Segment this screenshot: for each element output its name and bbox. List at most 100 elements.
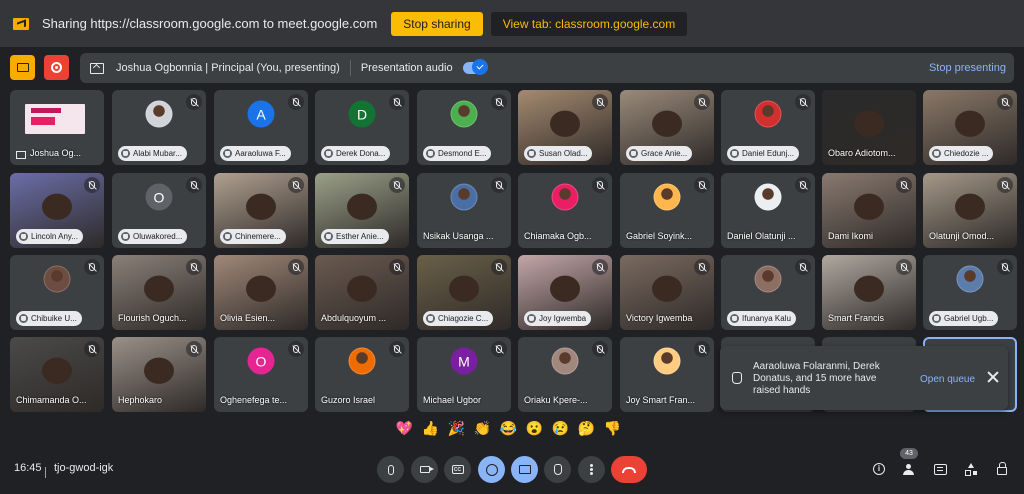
mic-off-icon bbox=[997, 177, 1013, 193]
present-screen-icon bbox=[16, 151, 26, 159]
participant-tile[interactable]: Abdulquoyum ... bbox=[315, 255, 409, 330]
participant-tile[interactable]: Ifunanya Kalu bbox=[721, 255, 815, 330]
participant-tile[interactable]: Chinemere... bbox=[214, 173, 308, 248]
participant-tile[interactable]: D Derek Dona... bbox=[315, 90, 409, 165]
participant-tile[interactable]: Chiamaka Ogb... bbox=[518, 173, 612, 248]
more-options-button[interactable] bbox=[578, 456, 605, 483]
share-screen-icon bbox=[13, 17, 29, 30]
present-now-button[interactable] bbox=[511, 456, 538, 483]
participant-name: Chiedozie ... bbox=[944, 149, 989, 158]
host-controls-lock-button[interactable] bbox=[991, 458, 1013, 480]
camera-button[interactable] bbox=[411, 456, 438, 483]
participant-tile[interactable]: Chibuike U... bbox=[10, 255, 104, 330]
mic-off-icon bbox=[186, 259, 202, 275]
raised-hand-icon bbox=[730, 149, 739, 158]
reaction-laugh-icon[interactable]: 😂 bbox=[498, 418, 519, 439]
participant-tile[interactable]: Alabi Mubar... bbox=[112, 90, 206, 165]
mic-off-icon bbox=[389, 177, 405, 193]
participant-tile[interactable]: Chiagozie C... bbox=[417, 255, 511, 330]
participant-tile[interactable]: Olatunji Omod... bbox=[923, 173, 1017, 248]
participant-tile[interactable]: Nsikak Usanga ... bbox=[417, 173, 511, 248]
captions-button[interactable]: CC bbox=[444, 456, 471, 483]
presenting-bar: Joshua Ogbonnia | Principal (You, presen… bbox=[0, 53, 1024, 83]
reaction-party-icon[interactable]: 🎉 bbox=[446, 418, 467, 439]
participant-tile[interactable]: O Oluwakored... bbox=[112, 173, 206, 248]
mic-off-icon bbox=[288, 177, 304, 193]
reaction-clap-icon[interactable]: 👏 bbox=[472, 418, 493, 439]
reaction-thumbs-down-icon[interactable]: 👎 bbox=[602, 418, 623, 439]
raised-hand-icon bbox=[324, 149, 333, 158]
meeting-time: 16:45 bbox=[14, 462, 42, 474]
avatar bbox=[551, 183, 579, 211]
reactions-button[interactable] bbox=[478, 456, 505, 483]
participant-tile[interactable]: M Michael Ugbor bbox=[417, 337, 511, 412]
participant-tile[interactable]: A Aaraoluwa F... bbox=[214, 90, 308, 165]
people-button[interactable] bbox=[898, 458, 920, 480]
raise-hand-button[interactable] bbox=[544, 456, 571, 483]
raised-hand-name-pill: Chibuike U... bbox=[16, 311, 82, 326]
participant-tile[interactable]: Hephokaro bbox=[112, 337, 206, 412]
raised-hand-icon bbox=[426, 149, 435, 158]
presentation-audio-toggle[interactable] bbox=[462, 59, 488, 75]
microphone-button[interactable] bbox=[377, 456, 404, 483]
mic-off-icon bbox=[592, 177, 608, 193]
mic-off-icon bbox=[694, 94, 710, 110]
participant-tile[interactable]: Daniel Edunj... bbox=[721, 90, 815, 165]
reaction-heart-icon[interactable]: 💖 bbox=[394, 418, 415, 439]
recording-button[interactable] bbox=[44, 55, 69, 80]
participant-tile[interactable]: Chimamanda O... bbox=[10, 337, 104, 412]
participant-tile[interactable]: Desmond E... bbox=[417, 90, 511, 165]
open-queue-button[interactable]: Open queue bbox=[920, 374, 975, 385]
participant-name: Oriaku Kpere-... bbox=[524, 395, 588, 405]
host-controls-button[interactable] bbox=[10, 55, 35, 80]
chat-button[interactable] bbox=[929, 458, 951, 480]
avatar bbox=[450, 100, 478, 128]
participant-tile[interactable]: Flourish Oguch... bbox=[112, 255, 206, 330]
participant-tile[interactable]: Joy Smart Fran... bbox=[620, 337, 714, 412]
participant-tile[interactable]: Smart Francis bbox=[822, 255, 916, 330]
participant-name: Joshua Og... bbox=[30, 148, 82, 158]
mic-off-icon bbox=[84, 177, 100, 193]
participant-name: Oghenefega te... bbox=[220, 395, 288, 405]
raised-hand-name-pill: Aaraoluwa F... bbox=[220, 146, 291, 161]
mic-off-icon bbox=[186, 177, 202, 193]
hangup-icon bbox=[622, 466, 636, 473]
view-tab-button[interactable]: View tab: classroom.google.com bbox=[490, 11, 688, 36]
reaction-thumbs-up-icon[interactable]: 👍 bbox=[420, 418, 441, 439]
close-icon[interactable] bbox=[986, 370, 1000, 384]
participant-tile[interactable]: O Oghenefega te... bbox=[214, 337, 308, 412]
raised-hand-name-pill: Ifunanya Kalu bbox=[727, 311, 796, 326]
participant-tile[interactable]: Joshua Og... bbox=[10, 90, 104, 165]
participant-tile[interactable]: Esther Anie... bbox=[315, 173, 409, 248]
participant-tile[interactable]: Susan Olad... bbox=[518, 90, 612, 165]
mic-off-icon bbox=[896, 259, 912, 275]
reaction-thinking-icon[interactable]: 🤔 bbox=[576, 418, 597, 439]
participant-tile[interactable]: Obaro Adiotom... bbox=[822, 90, 916, 165]
participant-tile[interactable]: Dami Ikomi bbox=[822, 173, 916, 248]
stop-presenting-link[interactable]: Stop presenting bbox=[929, 62, 1006, 74]
participant-tile[interactable]: Lincoln Any... bbox=[10, 173, 104, 248]
participant-name: Aaraoluwa F... bbox=[235, 149, 286, 158]
mic-off-icon bbox=[997, 94, 1013, 110]
participant-tile[interactable]: Victory Igwemba bbox=[620, 255, 714, 330]
participant-name: Lincoln Any... bbox=[31, 232, 78, 241]
participant-tile[interactable]: Oriaku Kpere-... bbox=[518, 337, 612, 412]
reaction-surprised-icon[interactable]: 😮 bbox=[524, 418, 545, 439]
participant-tile[interactable]: Grace Anie... bbox=[620, 90, 714, 165]
participant-name: Chimamanda O... bbox=[16, 395, 87, 405]
raised-hand-icon bbox=[932, 149, 941, 158]
participant-tile[interactable]: Chiedozie ... bbox=[923, 90, 1017, 165]
participant-tile[interactable]: Gabriel Ugb... bbox=[923, 255, 1017, 330]
participant-tile[interactable]: Olivia Esien... bbox=[214, 255, 308, 330]
participant-tile[interactable]: Joy Igwemba bbox=[518, 255, 612, 330]
reaction-sad-icon[interactable]: 😢 bbox=[550, 418, 571, 439]
participant-tile[interactable]: Guzoro Israel bbox=[315, 337, 409, 412]
participant-tile[interactable]: Daniel Olatunji ... bbox=[721, 173, 815, 248]
meeting-details-button[interactable]: i bbox=[868, 458, 890, 480]
participant-tile[interactable]: Gabriel Soyink... bbox=[620, 173, 714, 248]
activities-button[interactable] bbox=[960, 458, 982, 480]
avatar bbox=[754, 183, 782, 211]
stop-sharing-button[interactable]: Stop sharing bbox=[391, 11, 483, 36]
mic-off-icon bbox=[694, 177, 710, 193]
leave-call-button[interactable] bbox=[611, 456, 647, 483]
